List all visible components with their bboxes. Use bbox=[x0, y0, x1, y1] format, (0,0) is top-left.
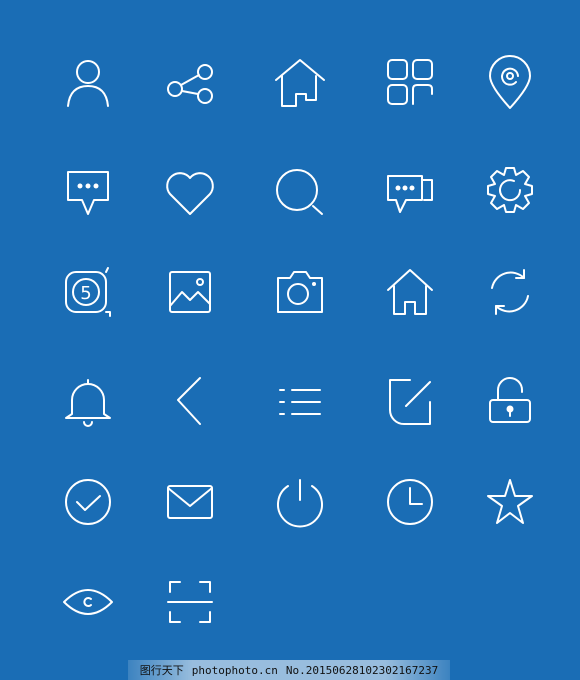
icon-grid: 5 bbox=[0, 0, 580, 660]
share-icon bbox=[160, 52, 220, 112]
watermark-brand: 图行天下 bbox=[139, 664, 184, 677]
timer-5-icon: 5 bbox=[58, 262, 118, 322]
location-pin-icon bbox=[480, 52, 540, 112]
refresh-icon bbox=[480, 262, 540, 322]
edit-icon bbox=[380, 372, 440, 432]
watermark-number: No.20150628102302167237 bbox=[285, 663, 439, 677]
mail-icon bbox=[160, 472, 220, 532]
chat-bubbles-icon bbox=[380, 162, 440, 222]
check-circle-icon bbox=[58, 472, 118, 532]
image-icon bbox=[160, 262, 220, 322]
scan-icon bbox=[160, 572, 220, 632]
eye-icon bbox=[58, 572, 118, 632]
grid-apps-icon bbox=[380, 52, 440, 112]
user-icon bbox=[58, 52, 118, 112]
camera-icon bbox=[270, 262, 330, 322]
unlock-icon bbox=[480, 372, 540, 432]
bell-icon bbox=[58, 372, 118, 432]
clock-icon bbox=[380, 472, 440, 532]
chat-bubble-icon bbox=[58, 162, 118, 222]
power-icon bbox=[270, 472, 330, 532]
watermark-bar: 图行天下 photophoto.cn No.201506281023021672… bbox=[128, 660, 450, 680]
star-icon bbox=[480, 472, 540, 532]
house-icon bbox=[380, 262, 440, 322]
list-icon bbox=[270, 372, 330, 432]
search-icon bbox=[270, 162, 330, 222]
home-icon bbox=[270, 52, 330, 112]
gear-icon bbox=[480, 162, 540, 222]
back-chevron-icon bbox=[160, 372, 220, 432]
heart-icon bbox=[160, 162, 220, 222]
timer-digit: 5 bbox=[80, 283, 91, 304]
watermark-site: photophoto.cn bbox=[191, 663, 278, 677]
